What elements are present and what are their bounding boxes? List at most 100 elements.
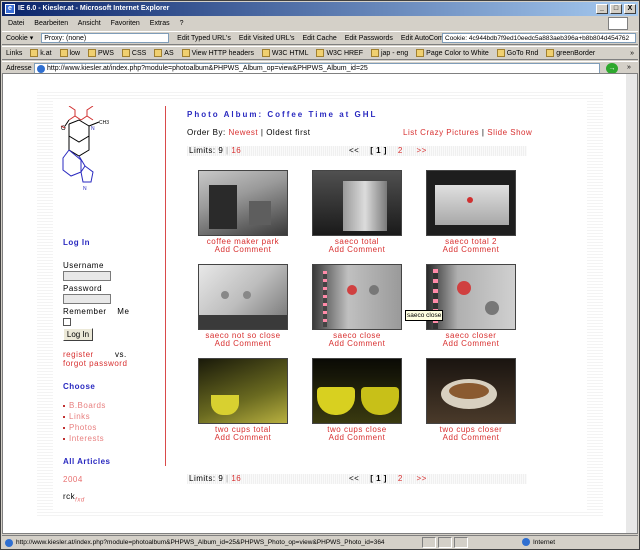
title-bar: e IE 6.0 - Kiesler.at - Microsoft Intern…: [2, 2, 638, 16]
link-low[interactable]: low: [59, 47, 80, 59]
link-icon: [416, 49, 425, 58]
remember-checkbox[interactable]: [63, 318, 71, 326]
link-kat[interactable]: k.at: [30, 47, 52, 59]
status-segment: [438, 537, 452, 548]
cookie-menu[interactable]: Cookie ▾: [6, 32, 33, 44]
add-comment-link[interactable]: Add Comment: [425, 340, 517, 348]
status-segment: [454, 537, 468, 548]
maximize-button[interactable]: □: [610, 4, 622, 14]
photo-cell: two cups total Add Comment: [197, 358, 289, 442]
photo-thumbnail[interactable]: [312, 170, 402, 236]
add-comment-link[interactable]: Add Comment: [311, 340, 403, 348]
pager-bottom: Limits: 9 | 16 << [ 1 ] 2 >>: [187, 474, 527, 484]
link-goto-rnd[interactable]: GoTo Rnd: [496, 47, 538, 59]
add-comment-link[interactable]: Add Comment: [425, 434, 517, 442]
photo-cell: two cups closer Add Comment: [425, 358, 517, 442]
photo-thumbnail[interactable]: [312, 264, 402, 330]
add-comment-link[interactable]: Add Comment: [197, 434, 289, 442]
edit-cache-button[interactable]: Edit Cache: [302, 32, 336, 44]
link-jap-eng[interactable]: jap - eng: [370, 47, 408, 59]
add-comment-link[interactable]: Add Comment: [197, 340, 289, 348]
photo-thumbnail[interactable]: [426, 170, 516, 236]
page-links: << [ 1 ] 2 >>: [349, 474, 427, 484]
menu-help[interactable]: ?: [180, 20, 184, 27]
link-page-white[interactable]: Page Color to White: [416, 47, 489, 59]
proxy-select[interactable]: Proxy: (none): [41, 33, 170, 44]
nav-photos[interactable]: Photos: [63, 423, 97, 432]
link-css[interactable]: CSS: [121, 47, 146, 59]
limit-16-link[interactable]: 16: [231, 146, 241, 155]
limits-label: Limits: 9 | 16: [189, 146, 242, 155]
bullet-icon: [63, 426, 65, 429]
prev-link[interactable]: <<: [349, 474, 359, 483]
photo-thumbnail[interactable]: [198, 264, 288, 330]
nav-links[interactable]: Links: [63, 412, 90, 421]
slide-show-link[interactable]: Slide Show: [487, 128, 532, 137]
nav-bboards[interactable]: B.Boards: [63, 401, 106, 410]
username-input[interactable]: [63, 271, 111, 281]
register-link[interactable]: register: [63, 350, 94, 359]
link-as[interactable]: AS: [154, 47, 174, 59]
links-overflow-button[interactable]: »: [630, 47, 634, 59]
menu-file[interactable]: Datei: [8, 20, 24, 27]
page-2-link[interactable]: 2: [398, 146, 403, 155]
list-crazy-pictures-link[interactable]: List Crazy Pictures: [403, 128, 479, 137]
password-input[interactable]: [63, 294, 111, 304]
remember-label: Remember Me: [63, 307, 130, 316]
page-icon: [37, 65, 45, 73]
link-icon: [154, 49, 163, 58]
cookie-field[interactable]: Cookie: 4c944bdb7f9ed10eedc5a883aeb396a+…: [442, 33, 636, 43]
bullet-icon: [63, 437, 65, 440]
links-bar: Links k.at low PWS CSS AS View HTTP head…: [2, 46, 638, 60]
nav-interests[interactable]: Interests: [63, 434, 104, 443]
add-comment-link[interactable]: Add Comment: [311, 246, 403, 254]
minimize-button[interactable]: _: [596, 4, 608, 14]
svg-text:N: N: [83, 186, 87, 192]
album-view-links: List Crazy Pictures | Slide Show: [403, 128, 533, 137]
sort-oldest-link[interactable]: Oldest: [266, 128, 292, 137]
window-title: IE 6.0 - Kiesler.at - Microsoft Internet…: [18, 5, 170, 12]
photo-thumbnail[interactable]: [198, 358, 288, 424]
link-pws[interactable]: PWS: [88, 47, 114, 59]
menu-tools[interactable]: Extras: [150, 20, 170, 27]
choose-heading: Choose: [63, 382, 96, 391]
next-link[interactable]: >>: [416, 146, 426, 155]
year-link[interactable]: 2004: [63, 475, 83, 484]
lsd-molecule-logo: O N CH3 N: [60, 106, 109, 192]
next-link[interactable]: >>: [416, 474, 426, 483]
link-http-headers[interactable]: View HTTP headers: [181, 47, 254, 59]
order-by-label: Order By:: [187, 128, 226, 137]
forgot-password-link[interactable]: forgot password: [63, 359, 127, 368]
link-greenborder[interactable]: greenBorder: [546, 47, 595, 59]
photo-thumbnail[interactable]: [426, 358, 516, 424]
vertical-scrollbar[interactable]: [626, 74, 637, 533]
page-2-link[interactable]: 2: [398, 474, 403, 483]
login-heading: Log In: [63, 238, 90, 247]
page-background: O N CH3 N Log In Username Password Remem…: [37, 90, 603, 518]
edit-typed-urls-button[interactable]: Edit Typed URL's: [177, 32, 231, 44]
link-w3c-html[interactable]: W3C HTML: [261, 47, 308, 59]
prev-link[interactable]: <<: [349, 146, 359, 155]
photo-thumbnail[interactable]: [198, 170, 288, 236]
add-comment-link[interactable]: Add Comment: [311, 434, 403, 442]
bullet-icon: [63, 404, 65, 407]
menu-favorites[interactable]: Favoriten: [111, 20, 140, 27]
links-label: Links: [6, 50, 23, 57]
limit-16-link[interactable]: 16: [231, 474, 241, 483]
add-comment-link[interactable]: Add Comment: [425, 246, 517, 254]
add-comment-link[interactable]: Add Comment: [197, 246, 289, 254]
sort-first-link[interactable]: first: [295, 128, 310, 137]
menu-view[interactable]: Ansicht: [78, 20, 101, 27]
link-icon: [546, 49, 555, 58]
edit-visited-urls-button[interactable]: Edit Visited URL's: [239, 32, 295, 44]
close-button[interactable]: X: [624, 4, 636, 14]
edit-passwords-button[interactable]: Edit Passwords: [345, 32, 393, 44]
sort-newest-link[interactable]: Newest: [228, 128, 258, 137]
login-button[interactable]: Log In: [63, 328, 93, 341]
link-icon: [30, 49, 39, 58]
link-w3c-href[interactable]: W3C HREF: [316, 47, 363, 59]
menu-edit[interactable]: Bearbeiten: [34, 20, 68, 27]
pager-top: Limits: 9 | 16 << [ 1 ] 2 >>: [187, 146, 527, 156]
photo-thumbnail[interactable]: [312, 358, 402, 424]
photo-cell: saeco total Add Comment: [311, 170, 403, 254]
